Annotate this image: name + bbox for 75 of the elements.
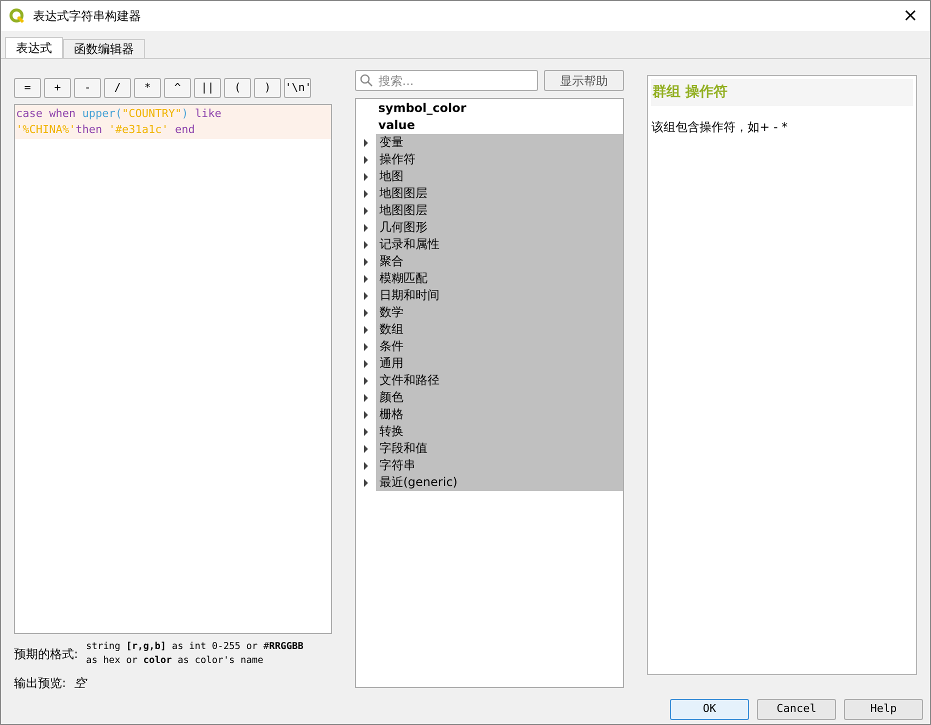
operator-button[interactable]: * (134, 78, 161, 98)
operator-button[interactable]: ) (254, 78, 281, 98)
operator-button[interactable]: + (44, 78, 71, 98)
expand-arrow-icon[interactable] (363, 224, 370, 232)
search-icon (360, 74, 374, 87)
tab[interactable]: 表达式 (5, 37, 63, 58)
code-line: '%CHINA%'then '#e31a1c' end (16, 122, 196, 138)
group-item[interactable]: 字符串 (376, 457, 623, 474)
expand-arrow-icon[interactable] (363, 478, 370, 486)
group-item[interactable]: 通用 (376, 355, 623, 372)
help-text: 该组包含操作符，如+ - * (650, 119, 789, 136)
expand-arrow-icon[interactable] (363, 190, 370, 198)
app-logo-icon (9, 8, 25, 24)
format-hint: as hex or color as color's name (86, 654, 264, 668)
expand-arrow-icon[interactable] (363, 394, 370, 402)
field-item[interactable]: value (378, 117, 415, 134)
group-item[interactable]: 数学 (376, 304, 623, 321)
operator-button[interactable]: ^ (164, 78, 191, 98)
expression-editor[interactable]: case when upper("COUNTRY") like '%CHINA%'then '#e31a1c' end (14, 104, 332, 634)
group-item[interactable]: 栅格 (376, 406, 623, 423)
group-item[interactable]: 地图图层 (376, 202, 623, 219)
group-item[interactable]: 地图 (376, 168, 623, 185)
expand-arrow-icon[interactable] (363, 410, 370, 418)
search-field[interactable]: 搜索... (355, 70, 538, 91)
dialog-button[interactable]: Help (844, 699, 923, 720)
group-item[interactable]: 转换 (376, 423, 623, 440)
group-item[interactable]: 最近(generic) (376, 474, 623, 491)
window-title: 表达式字符串构建器 (33, 8, 141, 25)
expand-arrow-icon[interactable] (363, 462, 370, 470)
group-item[interactable]: 日期和时间 (376, 287, 623, 304)
group-item[interactable]: 条件 (376, 338, 623, 355)
group-item[interactable]: 颜色 (376, 389, 623, 406)
group-item[interactable]: 几何图形 (376, 219, 623, 236)
expand-arrow-icon[interactable] (363, 308, 370, 316)
close-button[interactable]: × (898, 7, 922, 25)
operator-button[interactable]: ( (224, 78, 251, 98)
group-item[interactable]: 数组 (376, 321, 623, 338)
expand-arrow-icon[interactable] (363, 258, 370, 266)
operator-button[interactable]: '\n' (284, 78, 311, 98)
dialog-button[interactable]: OK (670, 699, 749, 720)
expand-arrow-icon[interactable] (363, 172, 370, 180)
operator-button[interactable]: - (74, 78, 101, 98)
preview-label: 输出预览: (14, 675, 66, 692)
group-item[interactable]: 文件和路径 (376, 372, 623, 389)
group-item[interactable]: 模糊匹配 (376, 270, 623, 287)
operator-button[interactable]: = (14, 78, 41, 98)
expand-arrow-icon[interactable] (363, 444, 370, 452)
group-item[interactable]: 字段和值 (376, 440, 623, 457)
operator-button[interactable]: / (104, 78, 131, 98)
expand-arrow-icon[interactable] (363, 376, 370, 384)
expand-arrow-icon[interactable] (363, 274, 370, 282)
code-line: case when upper("COUNTRY") like (16, 106, 222, 122)
operator-button[interactable]: || (194, 78, 221, 98)
help-title: 群组 操作符 (650, 79, 913, 106)
group-item[interactable]: 地图图层 (376, 185, 623, 202)
expand-arrow-icon[interactable] (363, 292, 370, 300)
expand-arrow-icon[interactable] (363, 206, 370, 214)
format-hint: string [r,g,b] as int 0-255 or #RRGGBB (86, 640, 304, 654)
group-item[interactable]: 记录和属性 (376, 236, 623, 253)
field-item[interactable]: symbol_color (378, 100, 466, 117)
expand-arrow-icon[interactable] (363, 240, 370, 248)
expand-arrow-icon[interactable] (363, 156, 370, 164)
preview-value: 空 (74, 675, 86, 692)
expand-arrow-icon[interactable] (363, 326, 370, 334)
group-item[interactable]: 操作符 (376, 151, 623, 168)
show-help-button[interactable]: 显示帮助 (544, 70, 624, 91)
expand-arrow-icon[interactable] (363, 360, 370, 368)
tab[interactable]: 函数编辑器 (63, 39, 145, 58)
expand-arrow-icon[interactable] (363, 342, 370, 350)
dialog-button[interactable]: Cancel (757, 699, 836, 720)
group-item[interactable]: 聚合 (376, 253, 623, 270)
expand-arrow-icon[interactable] (363, 138, 370, 146)
expand-arrow-icon[interactable] (363, 428, 370, 436)
group-item[interactable]: 变量 (376, 134, 623, 151)
format-label: 预期的格式: (14, 646, 78, 663)
